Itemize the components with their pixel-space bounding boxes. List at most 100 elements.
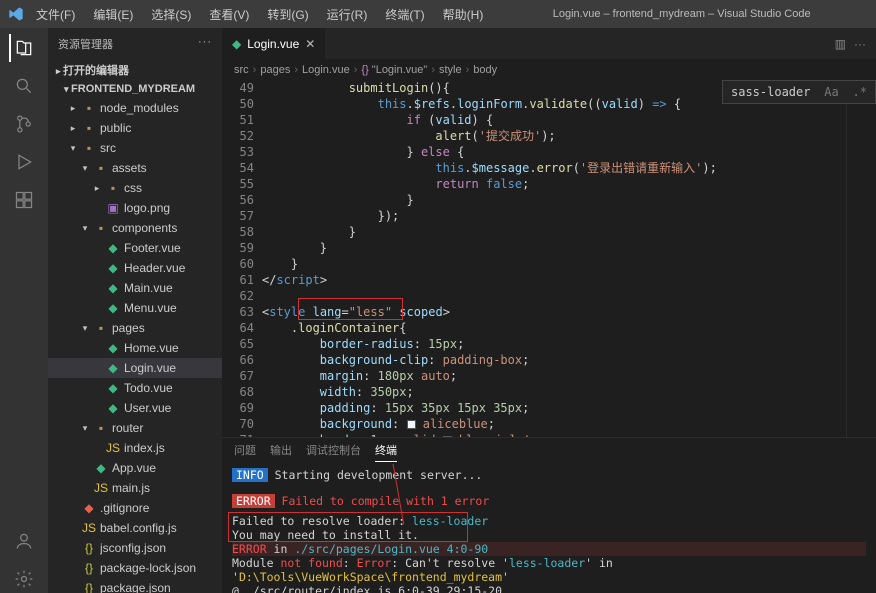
activity-bar [0,28,48,593]
terminal-output[interactable]: INFO Starting development server... ERRO… [222,464,876,593]
menu-item[interactable]: 选择(S) [143,2,199,27]
vue-icon: ◆ [106,241,120,255]
tree-item[interactable]: ▾▪assets [48,158,222,178]
run-debug-icon[interactable] [10,148,38,176]
tree-item[interactable]: ▾▪pages [48,318,222,338]
open-editors-label[interactable]: 打开的编辑器 [63,65,129,77]
folder-icon: ▪ [94,321,108,335]
breadcrumb[interactable]: src›pages›Login.vue›{} "Login.vue"›style… [222,60,876,80]
js-icon: JS [106,441,120,455]
bottom-panel: 问题输出调试控制台终端 INFO Starting development se… [222,437,876,593]
tree-item[interactable]: ◆ Main.vue [48,278,222,298]
tree-item[interactable]: ▾▪src [48,138,222,158]
tree-item[interactable]: JSindex.js [48,438,222,458]
tree-item[interactable]: ▾▪components [48,218,222,238]
vue-icon: ◆ [106,361,120,375]
breadcrumb-item[interactable]: pages [260,64,290,76]
folder-icon: ▪ [106,181,120,195]
tree-item[interactable]: JSbabel.config.js [48,518,222,538]
folder-icon: ▪ [82,141,96,155]
search-icon[interactable] [10,72,38,100]
tree-item-label: babel.config.js [100,521,216,535]
tree-item[interactable]: ◆Home.vue [48,338,222,358]
tree-item-label: Login.vue [124,361,216,375]
breadcrumb-item[interactable]: Login.vue [302,64,350,76]
extensions-icon[interactable] [10,186,38,214]
annotation-box-error [228,512,468,542]
tree-item[interactable]: ◆ Menu.vue [48,298,222,318]
tree-item[interactable]: ◆ Login.vue [48,358,222,378]
tab-login-vue[interactable]: ◆ Login.vue ✕ [222,28,326,59]
tree-item[interactable]: {}jsconfig.json [48,538,222,558]
tree-item-label: package.json [100,581,216,593]
tree-item[interactable]: JSmain.js [48,478,222,498]
tree-item-label: Footer.vue [124,241,216,255]
tree-item[interactable]: ▸▪css [48,178,222,198]
breadcrumb-item[interactable]: style [439,64,462,76]
more-icon[interactable]: ··· [198,36,212,52]
tree-item-label: main.js [112,481,216,495]
regex-icon[interactable]: .* [853,85,867,99]
tree-item[interactable]: ◆ App.vue [48,458,222,478]
tree-item[interactable]: ◆User.vue [48,398,222,418]
vscode-logo-icon [8,6,24,22]
project-root-label[interactable]: FRONTEND_MYDREAM [71,83,195,95]
tree-item-label: Header.vue [124,261,216,275]
panel-tab[interactable]: 问题 [234,442,256,462]
tree-item-label: router [112,421,216,435]
code-editor[interactable]: 4950515253545556575859606162636465666768… [222,80,876,437]
breadcrumb-item[interactable]: {} "Login.vue" [361,64,427,76]
panel-tab[interactable]: 调试控制台 [306,442,361,462]
breadcrumb-item[interactable]: src [234,64,249,76]
tree-item-label: Menu.vue [124,301,216,315]
menu-item[interactable]: 文件(F) [28,2,83,27]
breadcrumb-item[interactable]: body [473,64,497,76]
menu-item[interactable]: 转到(G) [259,2,316,27]
vue-icon: ◆ [106,261,120,275]
tree-item[interactable]: {}package.json [48,578,222,593]
tree-item-label: App.vue [112,461,216,475]
menu-item[interactable]: 查看(V) [201,2,257,27]
vue-icon: ◆ [106,281,120,295]
tree-item-label: User.vue [124,401,216,415]
tree-item-label: components [112,221,216,235]
tree-item[interactable]: ▾▪router [48,418,222,438]
tree-item[interactable]: ◆.gitignore [48,498,222,518]
settings-gear-icon[interactable] [10,565,38,593]
tree-item[interactable]: {}package-lock.json [48,558,222,578]
menu-item[interactable]: 编辑(E) [85,2,141,27]
tree-item[interactable]: ▣logo.png [48,198,222,218]
tree-item-label: assets [112,161,216,175]
tree-item[interactable]: ◆Todo.vue [48,378,222,398]
vue-icon: ◆ [94,461,108,475]
folder-icon: ▪ [94,221,108,235]
titlebar: 文件(F)编辑(E)选择(S)查看(V)转到(G)运行(R)终端(T)帮助(H)… [0,0,876,28]
tree-item-label: jsconfig.json [100,541,216,555]
tree-item-label: node_modules [100,101,216,115]
panel-tab[interactable]: 终端 [375,442,397,462]
menu-item[interactable]: 终端(T) [377,2,432,27]
menu-item[interactable]: 帮助(H) [435,2,492,27]
menu-item[interactable]: 运行(R) [319,2,376,27]
tree-item-label: Main.vue [124,281,216,295]
more-actions-icon[interactable]: ··· [854,37,866,51]
tree-item-label: .gitignore [100,501,216,515]
tree-item[interactable]: ▸▪public [48,118,222,138]
tree-item[interactable]: ◆ Footer.vue [48,238,222,258]
source-control-icon[interactable] [10,110,38,138]
split-editor-icon[interactable]: ▥ [835,37,846,51]
line-number-gutter: 4950515253545556575859606162636465666768… [222,80,262,437]
close-tab-icon[interactable]: ✕ [305,37,315,51]
panel-tab[interactable]: 输出 [270,442,292,462]
quick-fix-popup[interactable]: sass-loader Aa .* [722,80,876,104]
explorer-icon[interactable] [9,34,37,62]
tree-item-label: src [100,141,216,155]
minimap[interactable] [846,80,876,437]
tree-item[interactable]: ◆ Header.vue [48,258,222,278]
tree-item[interactable]: ▸▪node_modules [48,98,222,118]
png-icon: ▣ [106,201,120,215]
accounts-icon[interactable] [10,527,38,555]
json-icon: {} [82,561,96,575]
code-content[interactable]: submitLogin(){ this.$refs.loginForm.vali… [262,80,846,437]
vue-icon: ◆ [106,301,120,315]
